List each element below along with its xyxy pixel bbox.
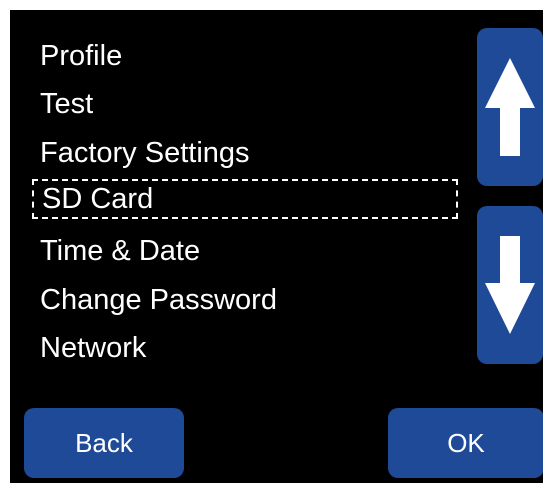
menu-item-change-password[interactable]: Change Password <box>40 280 277 320</box>
ok-button[interactable]: OK <box>388 408 543 478</box>
menu-item-test[interactable]: Test <box>40 84 93 124</box>
scroll-up-button[interactable] <box>477 28 543 186</box>
menu-item-label: SD Card <box>42 183 154 215</box>
menu-item-network[interactable]: Network <box>40 328 146 368</box>
arrow-up-icon <box>485 58 535 156</box>
arrow-down-icon <box>485 236 535 334</box>
menu-item-label: Factory Settings <box>40 137 250 169</box>
menu-item-label: Profile <box>40 40 123 72</box>
menu-item-sd-card[interactable]: SD Card <box>32 179 458 219</box>
menu-item-time-date[interactable]: Time & Date <box>40 231 200 271</box>
menu-item-label: Network <box>40 332 147 364</box>
device-screen: Profile Test Factory Settings SD Card Ti… <box>10 10 543 483</box>
menu-item-label: Time & Date <box>40 235 201 267</box>
back-button-label: Back <box>75 428 133 458</box>
menu-item-factory-settings[interactable]: Factory Settings <box>40 133 250 173</box>
scroll-down-button[interactable] <box>477 206 543 364</box>
back-button[interactable]: Back <box>24 408 184 478</box>
menu-item-profile[interactable]: Profile <box>40 36 122 76</box>
ok-button-label: OK <box>447 428 485 458</box>
menu-item-label: Change Password <box>40 284 277 316</box>
menu-item-label: Test <box>40 88 94 120</box>
